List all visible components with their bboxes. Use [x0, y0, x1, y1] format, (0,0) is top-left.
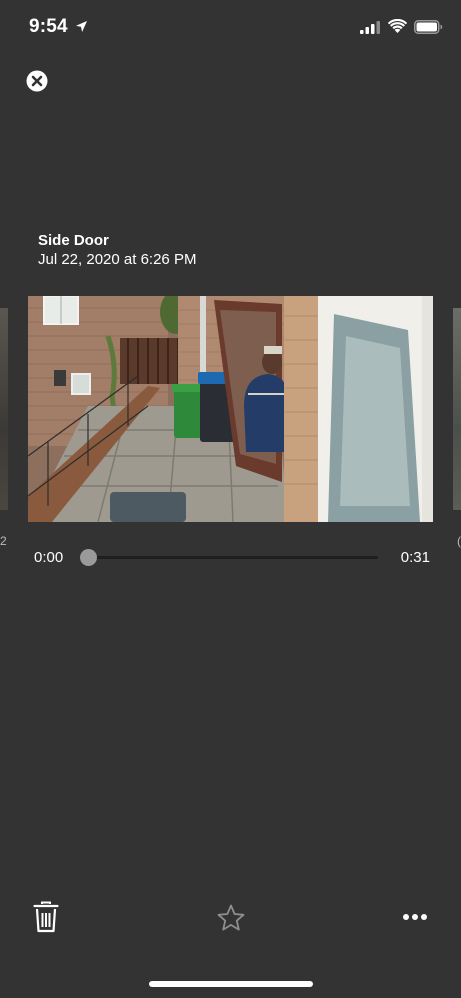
- wifi-icon: [388, 19, 407, 33]
- delete-button[interactable]: [33, 901, 59, 933]
- video-frame-image: [28, 296, 433, 522]
- bottom-toolbar: [0, 896, 461, 940]
- next-clip-thumbnail[interactable]: [453, 308, 461, 510]
- camera-name: Side Door: [38, 232, 109, 249]
- status-time: 9:54: [29, 16, 68, 37]
- close-icon: [26, 70, 48, 92]
- more-options-button[interactable]: [402, 910, 428, 922]
- playback-scrubber: 0:00 0:31: [0, 540, 461, 574]
- cellular-signal-icon: [360, 21, 380, 34]
- location-arrow-icon: [76, 21, 87, 32]
- progress-thumb[interactable]: [80, 549, 97, 566]
- total-duration: 0:31: [400, 549, 430, 566]
- more-icon: [403, 914, 427, 920]
- trash-icon: [33, 901, 59, 933]
- video-player[interactable]: [28, 296, 433, 522]
- event-header: Side Door Jul 22, 2020 at 6:26 PM: [38, 231, 196, 269]
- star-icon: [217, 904, 245, 931]
- progress-track[interactable]: [80, 549, 378, 566]
- battery-icon: [414, 20, 443, 34]
- previous-clip-thumbnail[interactable]: [0, 308, 8, 510]
- event-datetime: Jul 22, 2020 at 6:26 PM: [38, 251, 197, 268]
- close-button[interactable]: [26, 70, 48, 92]
- favorite-button[interactable]: [216, 903, 246, 933]
- elapsed-time: 0:00: [34, 549, 64, 566]
- status-bar: 9:54: [0, 0, 461, 56]
- home-indicator[interactable]: [149, 981, 313, 987]
